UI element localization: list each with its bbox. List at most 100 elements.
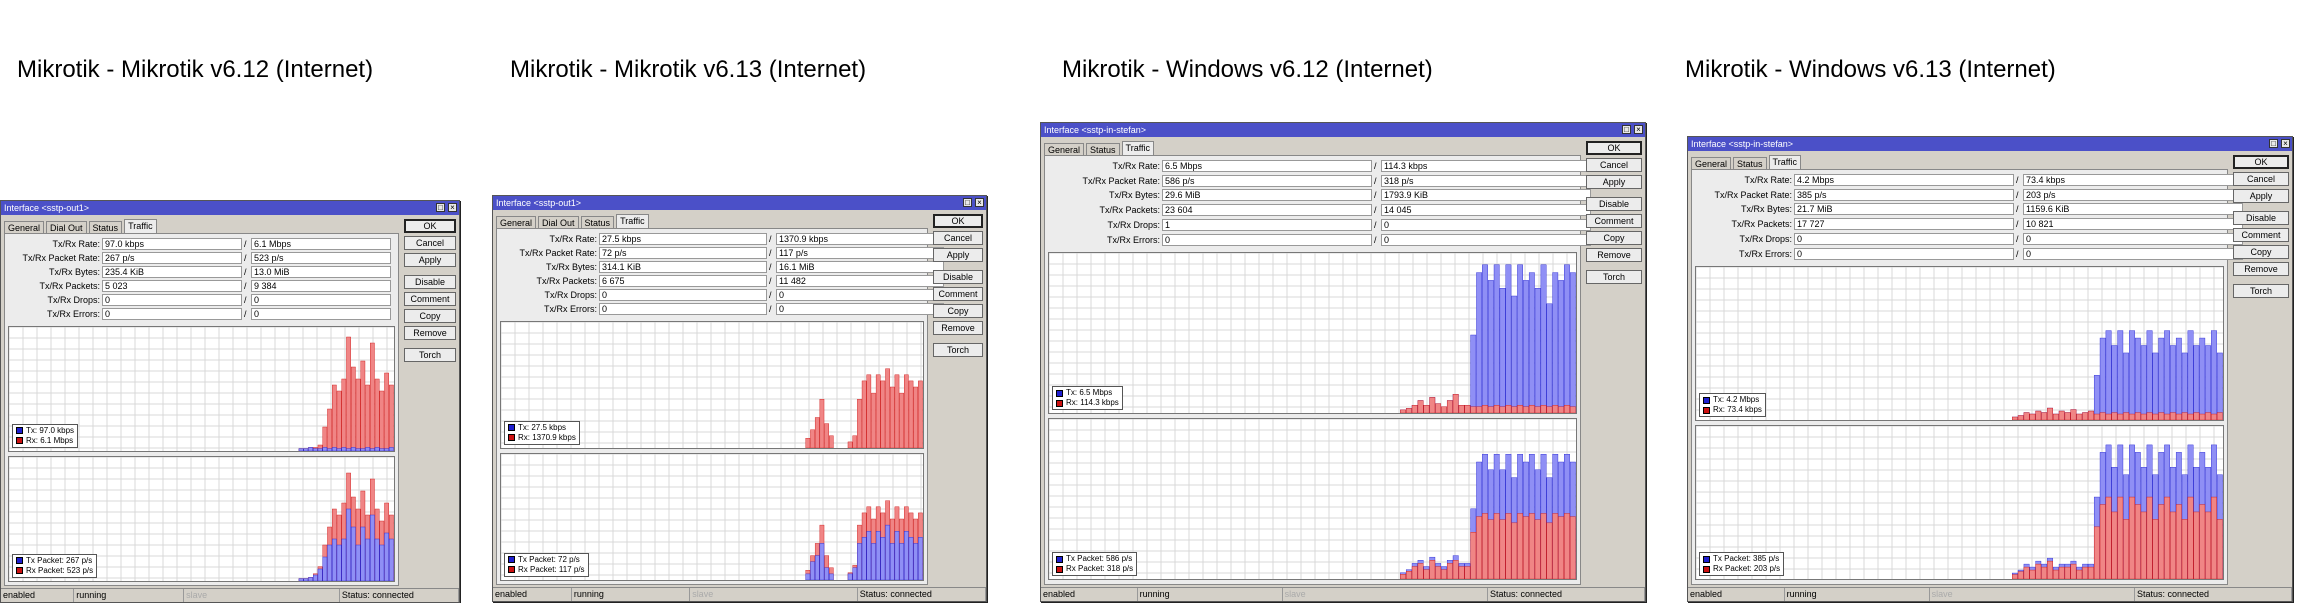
rx-bar <box>1546 406 1553 414</box>
rx-bar <box>885 368 890 448</box>
comment-button[interactable]: Comment <box>933 287 983 301</box>
remove-button[interactable]: Remove <box>404 326 456 340</box>
window-title: Interface <sstp-out1> <box>496 198 582 208</box>
comment-button[interactable]: Comment <box>404 292 456 306</box>
stat-row: Tx/Rx Bytes: 21.7 MiB/ 1159.6 KiB <box>1692 203 2243 216</box>
rx-bar <box>2216 412 2223 421</box>
disable-button[interactable]: Disable <box>2233 211 2289 225</box>
copy-button[interactable]: Copy <box>404 309 456 323</box>
disable-button[interactable]: Disable <box>1586 197 1642 211</box>
window-titlebar[interactable]: Interface <sstp-in-stefan> □ × <box>1688 137 2292 151</box>
legend-rx: Rx: 73.4 kbps <box>1703 405 1762 415</box>
rx-bar <box>360 360 366 451</box>
maximize-button[interactable]: □ <box>436 203 445 212</box>
window-titlebar[interactable]: Interface <sstp-in-stefan> □ × <box>1041 123 1645 137</box>
tx-color-swatch <box>1703 396 1710 404</box>
stat-row: Tx/Rx Rate: 97.0 kbps/ 6.1 Mbps <box>5 238 400 251</box>
cancel-button[interactable]: Cancel <box>404 236 456 250</box>
tx-bar <box>322 556 328 581</box>
rx-bar <box>1569 406 1576 414</box>
tx-bar <box>384 448 389 451</box>
maximize-button[interactable]: □ <box>963 198 972 207</box>
legend-rx-text: Rx: 6.1 Mbps <box>26 436 74 445</box>
tx-bar <box>1552 272 1559 414</box>
maximize-button[interactable]: □ <box>2269 139 2278 148</box>
tx-bar <box>336 448 342 451</box>
rx-value-field: 0 <box>251 308 391 320</box>
torch-button[interactable]: Torch <box>404 348 456 362</box>
apply-button[interactable]: Apply <box>1586 175 1642 189</box>
tx-bar <box>303 448 309 451</box>
comment-button[interactable]: Comment <box>1586 214 1642 228</box>
status-bar: enabled running slave Status: connected <box>1041 587 1645 601</box>
ok-button[interactable]: OK <box>2233 155 2289 169</box>
disable-button[interactable]: Disable <box>933 270 983 284</box>
torch-button[interactable]: Torch <box>1586 270 1642 284</box>
stat-label: Tx/Rx Drops: <box>1107 219 1160 230</box>
rx-bar <box>2170 412 2176 421</box>
window-titlebar[interactable]: Interface <sstp-out1> □ × <box>493 196 986 210</box>
torch-button[interactable]: Torch <box>2233 284 2289 298</box>
tx-bar <box>308 447 313 451</box>
close-button[interactable]: × <box>2281 139 2290 148</box>
stat-row: Tx/Rx Errors: 0/0 <box>5 308 400 321</box>
apply-button[interactable]: Apply <box>2233 189 2289 203</box>
tab-traffic[interactable]: Traffic <box>1121 141 1155 156</box>
stat-row: Tx/Rx Packet Rate: 586 p/s/ 318 p/s <box>1045 174 1591 188</box>
torch-button[interactable]: Torch <box>933 343 983 357</box>
interface-window: Interface <sstp-in-stefan> □ × General Statu… <box>1040 122 1646 602</box>
stat-label: Tx/Rx Bytes: <box>1740 204 1792 215</box>
rx-bar <box>814 417 820 448</box>
tx-value-field: 0 <box>102 294 242 306</box>
rx-color-swatch <box>16 437 23 445</box>
ok-button[interactable]: OK <box>1586 141 1642 155</box>
tx-bar <box>355 544 361 581</box>
apply-button[interactable]: Apply <box>933 248 983 262</box>
tab-traffic[interactable]: Traffic <box>1768 155 1802 170</box>
graph-legend: Tx: 27.5 kbps Rx: 1370.9 kbps <box>504 421 580 445</box>
rx-bar <box>2123 519 2130 580</box>
tx-bar <box>871 543 876 580</box>
tx-bar <box>2093 375 2100 421</box>
window-titlebar[interactable]: Interface <sstp-out1> □ × <box>1 201 459 215</box>
copy-button[interactable]: Copy <box>1586 231 1642 245</box>
remove-button[interactable]: Remove <box>933 321 983 335</box>
tab-traffic[interactable]: Traffic <box>124 219 157 234</box>
apply-button[interactable]: Apply <box>404 253 456 267</box>
rx-bar <box>1523 406 1529 414</box>
close-button[interactable]: × <box>1634 125 1643 134</box>
rate-graph: Tx: 4.2 Mbps Rx: 73.4 kbps <box>1695 266 2224 422</box>
rx-bar <box>2117 497 2124 580</box>
stat-label: Tx/Rx Errors: <box>1739 248 1792 259</box>
rx-bar <box>1564 405 1570 414</box>
cancel-button[interactable]: Cancel <box>933 231 983 245</box>
cancel-button[interactable]: Cancel <box>2233 172 2289 186</box>
cancel-button[interactable]: Cancel <box>1586 158 1642 172</box>
comment-button[interactable]: Comment <box>2233 228 2289 242</box>
rx-bar <box>805 438 811 448</box>
stat-label: Tx/Rx Packet Rate: <box>1714 189 1792 200</box>
tx-bar <box>2181 352 2188 421</box>
tx-bar <box>805 573 811 580</box>
rx-bar <box>1435 566 1442 580</box>
copy-button[interactable]: Copy <box>2233 245 2289 259</box>
close-button[interactable]: × <box>448 203 457 212</box>
remove-button[interactable]: Remove <box>2233 262 2289 276</box>
legend-tx: Tx: 97.0 kbps <box>16 426 74 436</box>
rx-bar <box>2158 412 2165 421</box>
tx-color-swatch <box>1056 389 1063 397</box>
close-button[interactable]: × <box>975 198 984 207</box>
rx-bar <box>1546 522 1553 580</box>
copy-button[interactable]: Copy <box>933 304 983 318</box>
stat-row: Tx/Rx Bytes: 235.4 KiB/ 13.0 MiB <box>5 266 400 279</box>
rx-bar <box>880 380 886 448</box>
legend-rx: Rx Packet: 523 p/s <box>16 566 93 576</box>
stat-label: Tx/Rx Rate: <box>52 239 100 249</box>
remove-button[interactable]: Remove <box>1586 248 1642 262</box>
rx-bar <box>365 384 370 451</box>
ok-button[interactable]: OK <box>933 214 983 228</box>
ok-button[interactable]: OK <box>404 219 456 233</box>
disable-button[interactable]: Disable <box>404 275 456 289</box>
tab-traffic[interactable]: Traffic <box>616 214 649 229</box>
maximize-button[interactable]: □ <box>1622 125 1631 134</box>
